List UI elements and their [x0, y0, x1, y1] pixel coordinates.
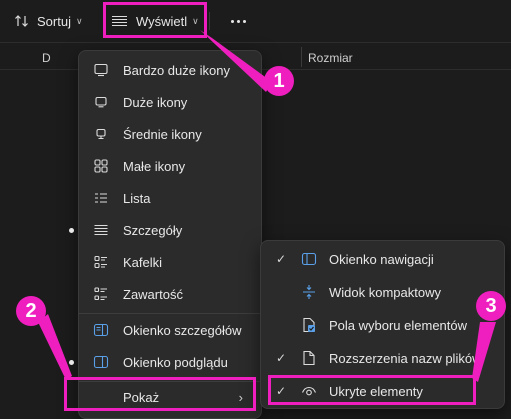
annotation-badge-2: 2	[16, 296, 46, 326]
annotation-arrow-1	[200, 30, 272, 92]
annotation-badge-1: 1	[264, 66, 294, 96]
annotation-badge-3: 3	[476, 291, 506, 321]
highlight-hidden-items	[268, 375, 476, 405]
annotation-arrow-2	[38, 314, 72, 380]
highlight-view-button	[103, 2, 207, 38]
highlight-show-item	[64, 377, 256, 411]
annotation-arrow-3	[472, 322, 496, 382]
annotation-arrows	[38, 30, 496, 382]
